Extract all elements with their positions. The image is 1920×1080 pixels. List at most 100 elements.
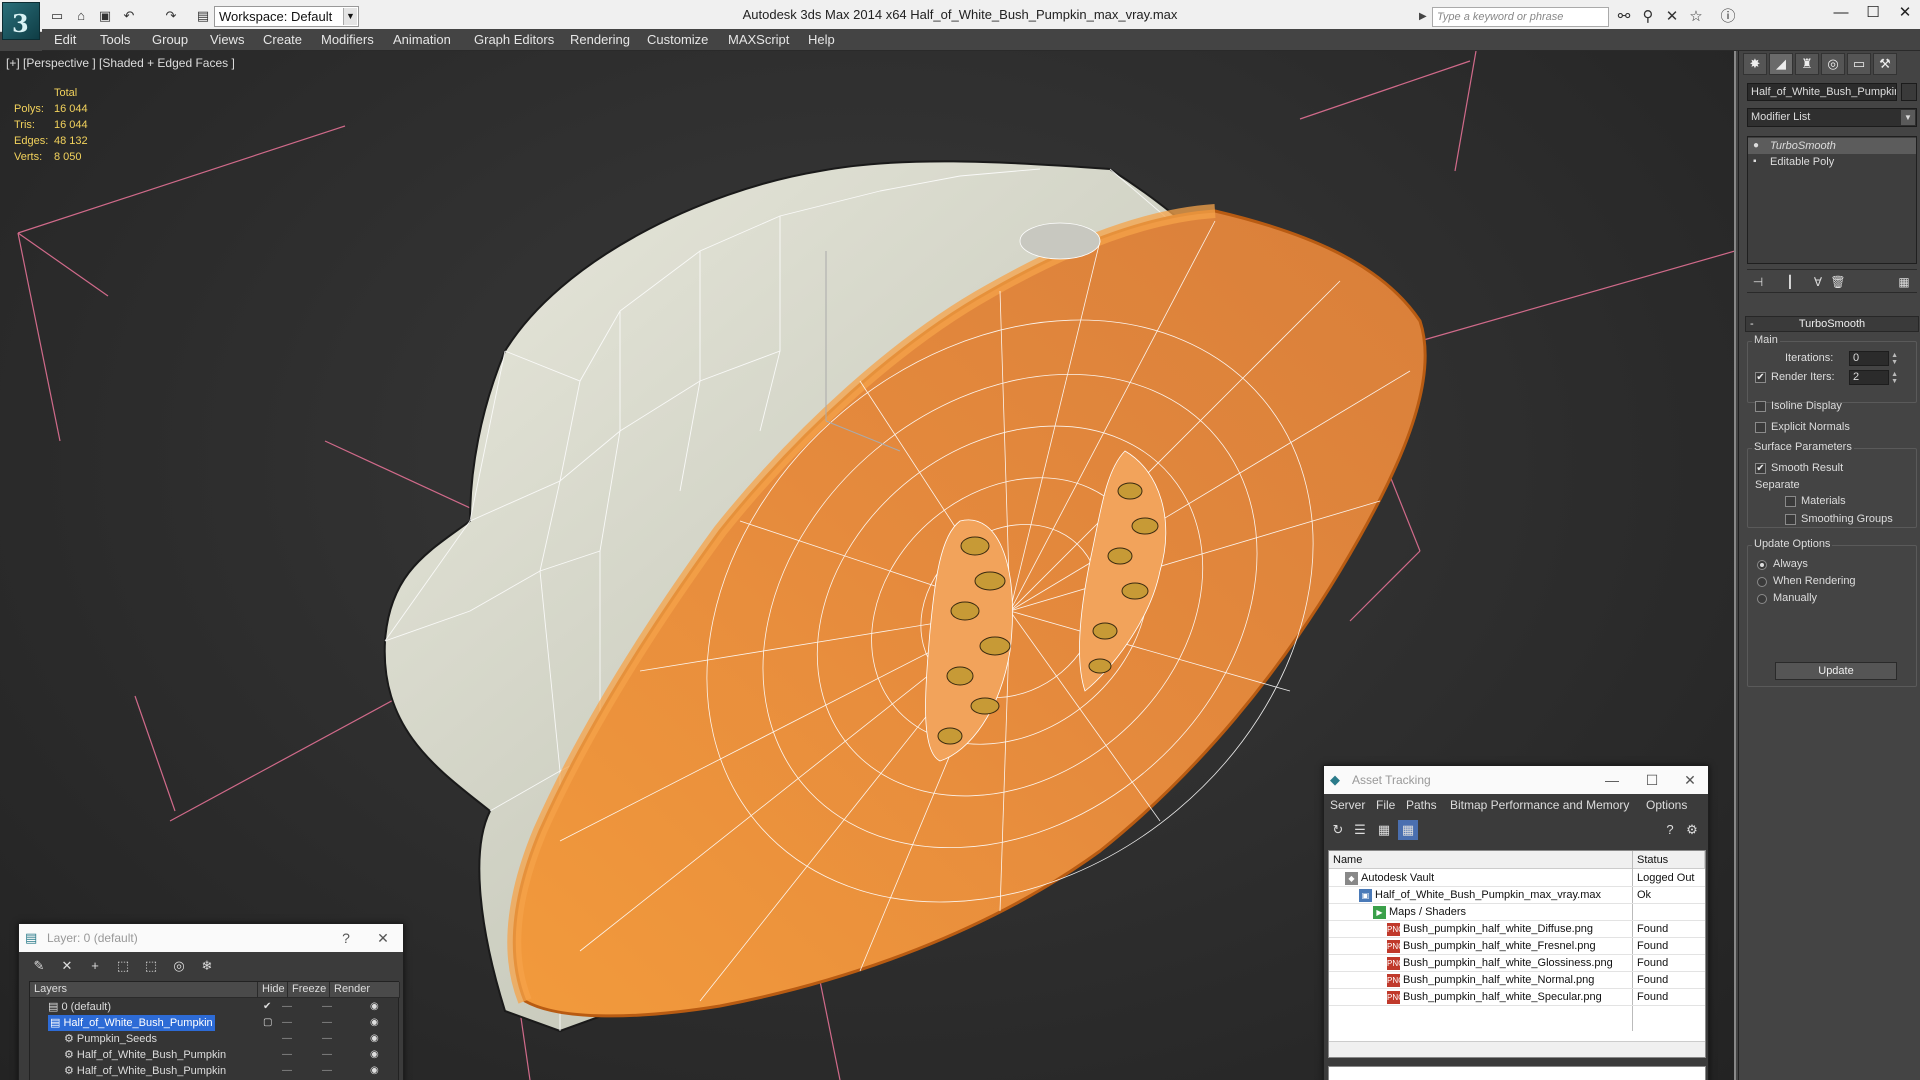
menu-graph-editors[interactable]: Graph Editors: [474, 32, 554, 47]
lightbulb-icon[interactable]: ●: [1753, 138, 1759, 154]
hierarchy-tab-icon[interactable]: ♜: [1795, 53, 1819, 75]
asset-maximize-button[interactable]: ☐: [1634, 766, 1670, 794]
layer-row-selected[interactable]: ▤ Half_of_White_Bush_Pumpkin ▢ — — ◉: [30, 1015, 398, 1031]
layer-row[interactable]: ⚙ Pumpkin_Seeds — — ◉: [30, 1031, 398, 1047]
col-name[interactable]: Name: [1329, 851, 1633, 869]
asset-help-icon[interactable]: ?: [1660, 820, 1680, 840]
spinner-arrows-icon[interactable]: ▲ ▼: [1891, 371, 1898, 385]
object-color-swatch[interactable]: [1901, 83, 1917, 101]
show-end-result-icon[interactable]: ┃: [1781, 273, 1799, 291]
hide-toggle[interactable]: —: [282, 1031, 292, 1047]
isoline-checkbox[interactable]: [1755, 401, 1766, 412]
new-file-icon[interactable]: ▭: [48, 7, 66, 25]
col-hide[interactable]: Hide: [258, 982, 288, 998]
highlight-layer-icon[interactable]: ⬚: [141, 956, 161, 976]
display-tab-icon[interactable]: ▭: [1847, 53, 1871, 75]
manually-radio[interactable]: [1757, 594, 1767, 604]
menu-help[interactable]: Help: [808, 32, 835, 47]
close-button[interactable]: ✕: [1890, 0, 1920, 28]
render-teapot-icon[interactable]: ◉: [370, 1063, 379, 1079]
update-button[interactable]: Update: [1775, 662, 1897, 680]
layer-row[interactable]: ⚙ Half_of_White_Bush_Pumpkin — — ◉: [30, 1063, 398, 1079]
add-to-layer-icon[interactable]: +: [85, 956, 105, 976]
menu-animation[interactable]: Animation: [393, 32, 451, 47]
asset-row[interactable]: PNG Bush_pumpkin_half_white_Glossiness.p…: [1329, 955, 1705, 972]
hide-toggle[interactable]: —: [282, 1063, 292, 1079]
menu-rendering[interactable]: Rendering: [570, 32, 630, 47]
stack-item-editable-poly[interactable]: ▪ Editable Poly: [1748, 154, 1916, 170]
subscription-icon[interactable]: ⚲: [1638, 7, 1658, 27]
smooth-result-checkbox[interactable]: ✔: [1755, 463, 1766, 474]
delete-layer-icon[interactable]: ✕: [57, 956, 77, 976]
materials-checkbox[interactable]: [1785, 496, 1796, 507]
menu-create[interactable]: Create: [263, 32, 302, 47]
asset-row[interactable]: PNG Bush_pumpkin_half_white_Fresnel.png …: [1329, 938, 1705, 955]
expand-plus-icon[interactable]: ▪: [1753, 154, 1757, 170]
col-freeze[interactable]: Freeze: [288, 982, 330, 998]
asset-menu-bitmap[interactable]: Bitmap Performance and Memory: [1450, 798, 1629, 812]
minimize-button[interactable]: —: [1826, 0, 1856, 28]
asset-path-field[interactable]: [1328, 1066, 1706, 1080]
spinner-arrows-icon[interactable]: ▲ ▼: [1891, 352, 1898, 366]
select-objects-icon[interactable]: ⬚: [113, 956, 133, 976]
viewport-label[interactable]: [+] [Perspective ] [Shaded + Edged Faces…: [6, 56, 235, 70]
create-layer-icon[interactable]: ✎: [29, 956, 49, 976]
app-logo-icon[interactable]: 3: [2, 2, 40, 40]
render-teapot-icon[interactable]: ◉: [370, 1031, 379, 1047]
asset-close-button[interactable]: ✕: [1672, 766, 1708, 794]
maximize-button[interactable]: ☐: [1856, 0, 1890, 28]
asset-menu-file[interactable]: File: [1376, 798, 1395, 812]
freeze-toggle[interactable]: —: [322, 1047, 332, 1063]
freeze-all-icon[interactable]: ❄: [197, 956, 217, 976]
explicit-normals-checkbox[interactable]: [1755, 422, 1766, 433]
col-layers[interactable]: Layers: [30, 982, 258, 998]
render-iters-spinner[interactable]: 2 ▲ ▼: [1849, 370, 1898, 385]
table-view-icon[interactable]: ▦: [1398, 820, 1418, 840]
communication-icon[interactable]: ✕: [1662, 7, 1682, 27]
asset-horizontal-scrollbar[interactable]: [1329, 1041, 1705, 1057]
redo-icon[interactable]: ↷: [162, 7, 180, 25]
object-name-field[interactable]: Half_of_White_Bush_Pumpkin: [1747, 83, 1897, 101]
asset-row[interactable]: PNG Bush_pumpkin_half_white_Diffuse.png …: [1329, 921, 1705, 938]
refresh-icon[interactable]: ↻: [1328, 820, 1348, 840]
col-status[interactable]: Status: [1633, 851, 1705, 869]
perspective-viewport[interactable]: [+] [Perspective ] [Shaded + Edged Faces…: [0, 51, 1736, 1080]
tree-view-icon[interactable]: ▦: [1374, 820, 1394, 840]
modify-tab-icon[interactable]: ◢: [1769, 53, 1793, 75]
help-icon[interactable]: ⓘ: [1718, 7, 1738, 27]
layer-help-button[interactable]: ?: [331, 924, 361, 952]
menu-maxscript[interactable]: MAXScript: [728, 32, 789, 47]
remove-modifier-icon[interactable]: 🗑: [1829, 273, 1847, 291]
asset-row[interactable]: ▣ Half_of_White_Bush_Pumpkin_max_vray.ma…: [1329, 887, 1705, 904]
menu-customize[interactable]: Customize: [647, 32, 708, 47]
when-rendering-radio[interactable]: [1757, 577, 1767, 587]
render-iters-checkbox[interactable]: ✔: [1755, 372, 1766, 383]
motion-tab-icon[interactable]: ◎: [1821, 53, 1845, 75]
freeze-toggle[interactable]: —: [322, 1031, 332, 1047]
asset-row[interactable]: ▶ Maps / Shaders: [1329, 904, 1705, 921]
open-file-icon[interactable]: ⌂: [72, 7, 90, 25]
workspace-select[interactable]: Workspace: Default ▼: [214, 6, 359, 27]
favorites-star-icon[interactable]: ☆: [1686, 7, 1706, 27]
render-teapot-icon[interactable]: ◉: [370, 999, 379, 1015]
stack-item-turbosmooth[interactable]: ● TurboSmooth: [1748, 138, 1916, 154]
undo-icon[interactable]: ↶: [120, 7, 138, 25]
asset-menu-options[interactable]: Options: [1646, 798, 1687, 812]
freeze-toggle[interactable]: —: [322, 1015, 332, 1031]
turbosmooth-rollout-header[interactable]: - TurboSmooth: [1745, 316, 1919, 332]
asset-menu-server[interactable]: Server: [1330, 798, 1365, 812]
asset-settings-icon[interactable]: ⚙: [1682, 820, 1702, 840]
menu-modifiers[interactable]: Modifiers: [321, 32, 374, 47]
layer-row[interactable]: ▤ 0 (default) ✔ — — ◉: [30, 999, 398, 1015]
asset-row[interactable]: PNG Bush_pumpkin_half_white_Normal.png F…: [1329, 972, 1705, 989]
project-folder-icon[interactable]: ▤: [194, 7, 212, 25]
menu-views[interactable]: Views: [210, 32, 244, 47]
layer-close-button[interactable]: ✕: [365, 924, 401, 952]
create-tab-icon[interactable]: ✸: [1743, 53, 1767, 75]
always-radio[interactable]: [1757, 560, 1767, 570]
search-input[interactable]: Type a keyword or phrase: [1432, 7, 1609, 27]
freeze-toggle[interactable]: —: [322, 999, 332, 1015]
menu-group[interactable]: Group: [152, 32, 188, 47]
hide-toggle[interactable]: —: [282, 1047, 292, 1063]
asset-menu-paths[interactable]: Paths: [1406, 798, 1437, 812]
